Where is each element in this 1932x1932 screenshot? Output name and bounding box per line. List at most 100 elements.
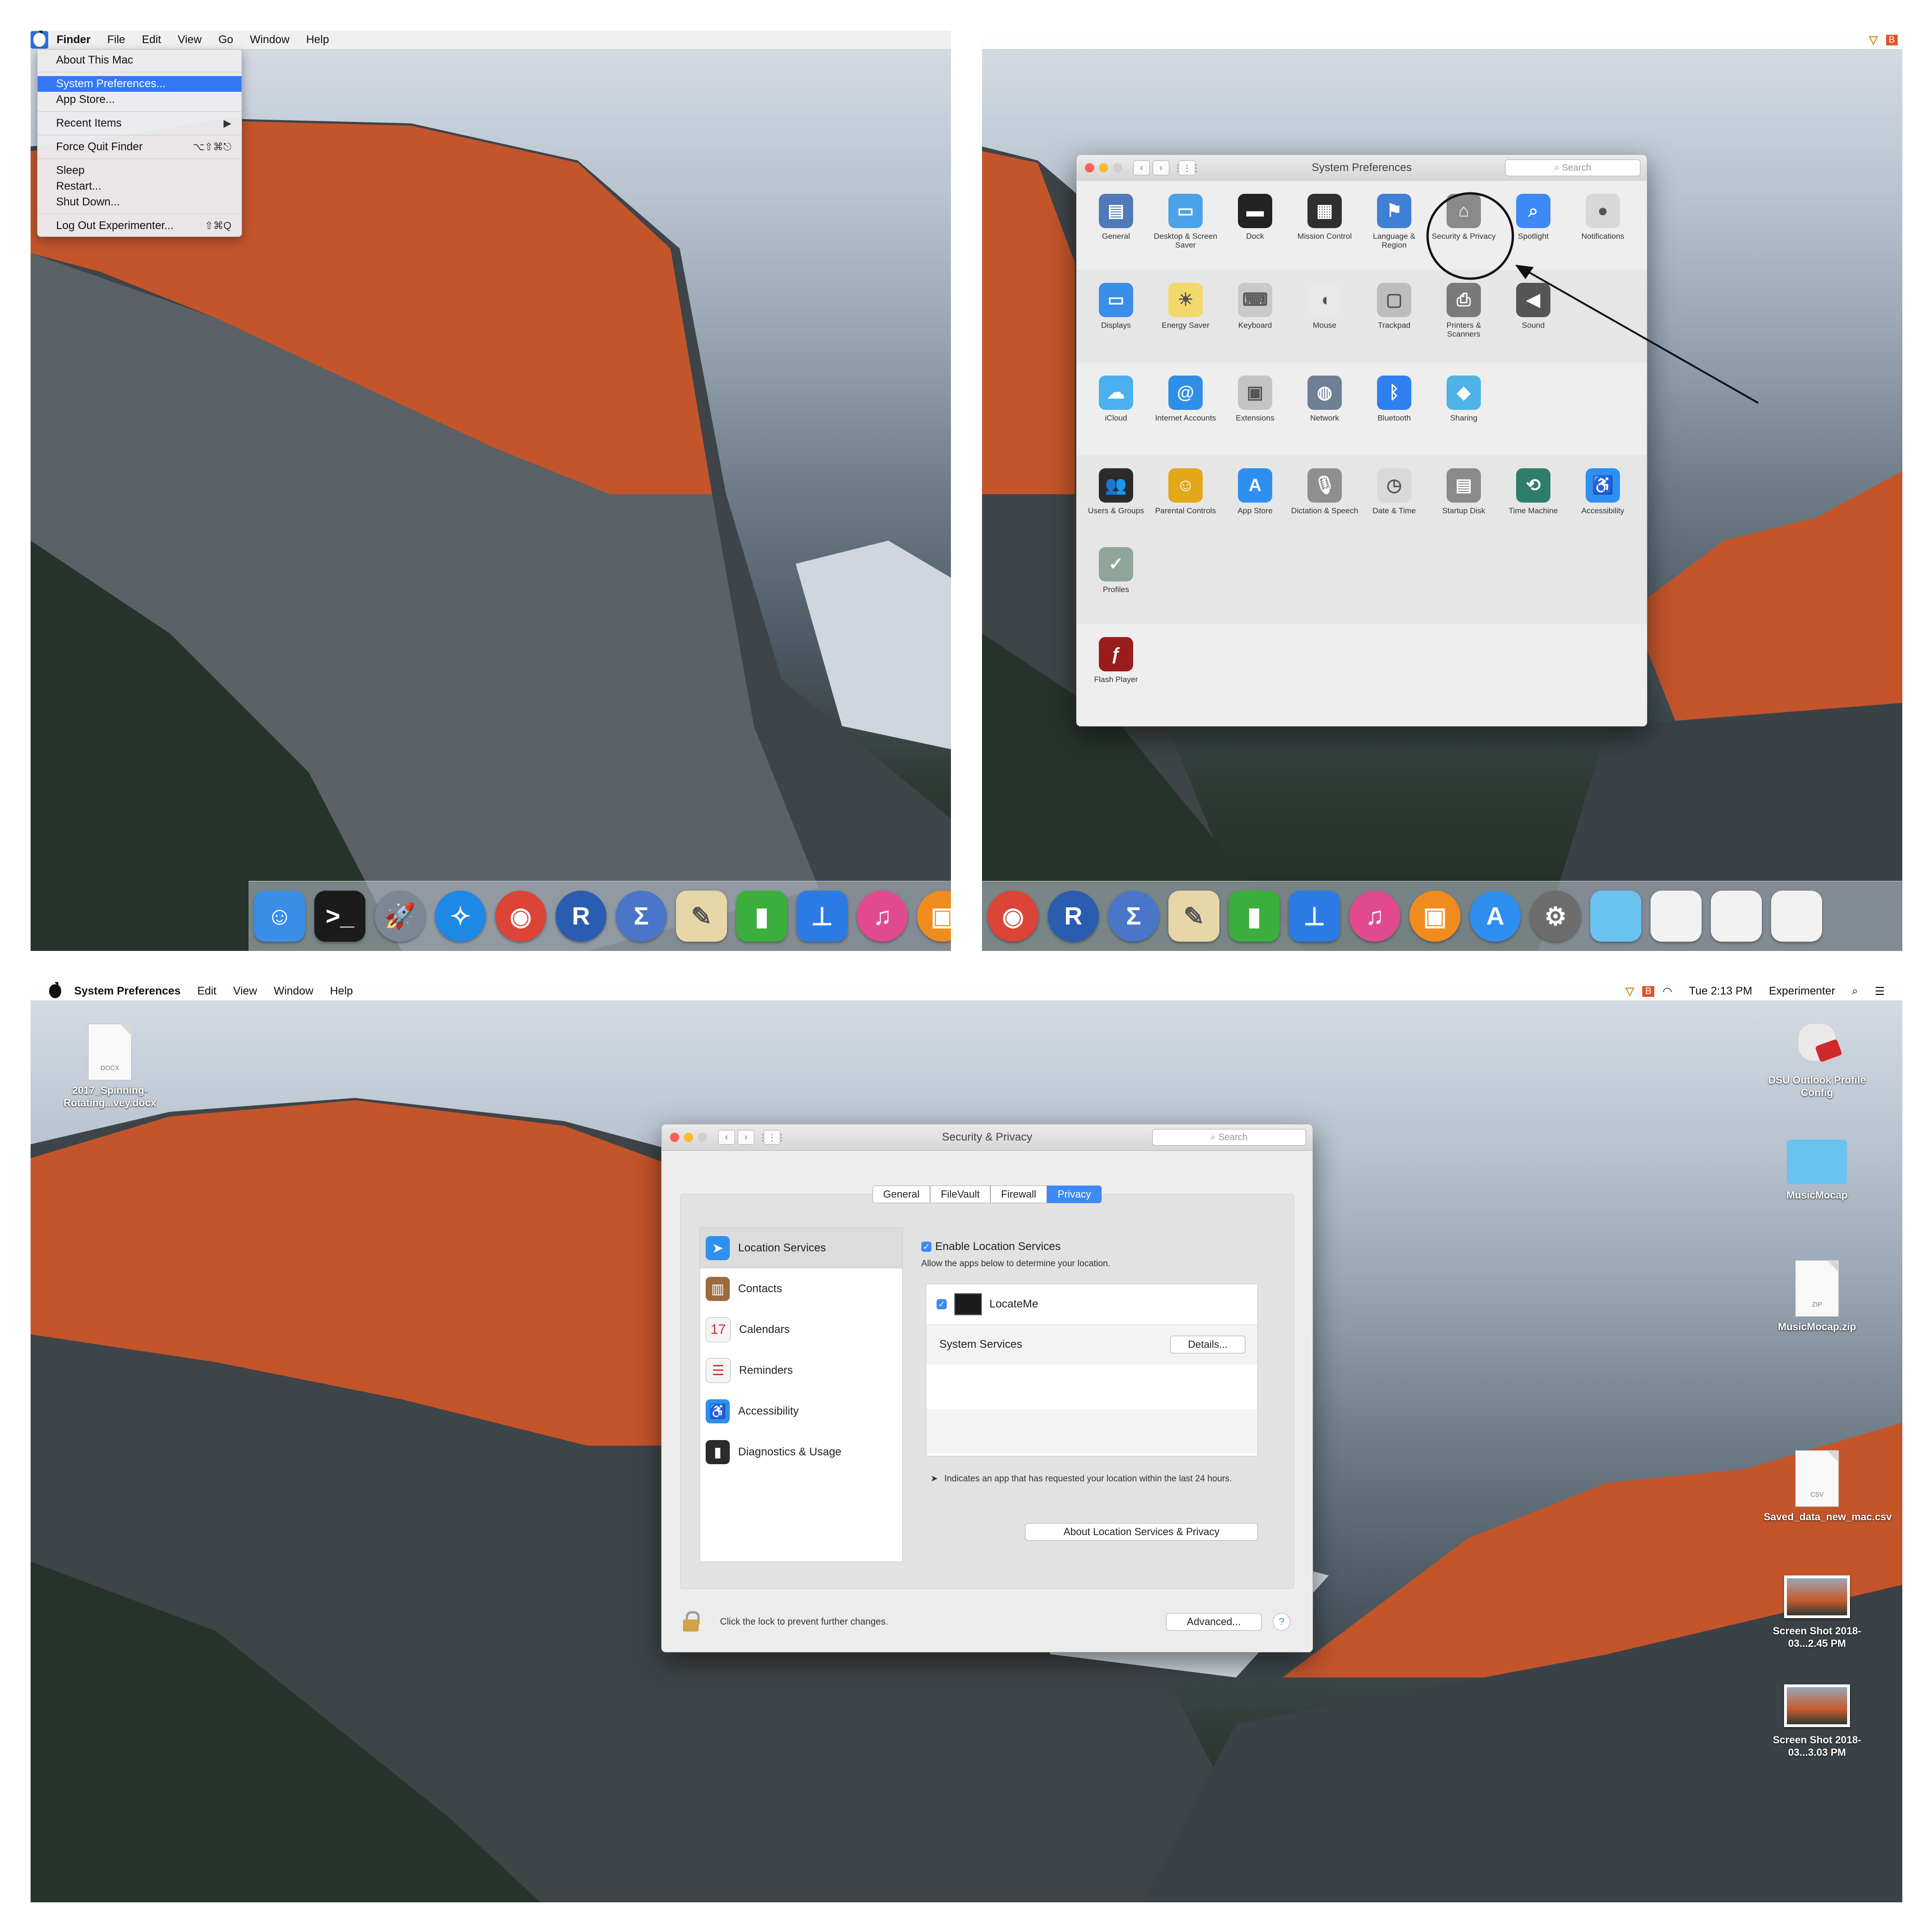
recent-location-footnote: ➤ Indicates an app that has requested yo… [931, 1473, 1255, 1485]
privacy-item-accessibility[interactable]: ♿ Accessibility [700, 1391, 902, 1432]
window-titlebar: ‹ › ⋮⋮⋮ Security & Privacy ⌕ Search [662, 1124, 1313, 1151]
dock-folder-icon[interactable] [1590, 891, 1641, 942]
footnote-text: Indicates an app that has requested your… [944, 1474, 1232, 1484]
apple-menu-icon[interactable] [49, 982, 61, 998]
zoom-button[interactable] [698, 1133, 707, 1142]
dock-chrome-icon[interactable]: ◉ [495, 891, 546, 942]
dock-ibooks-icon[interactable]: ▣ [1409, 891, 1460, 942]
enable-location-row[interactable]: ✓ Enable Location Services [921, 1240, 1061, 1253]
desktop-file-docx[interactable]: DOCX 2017_Spinning-Rotating...vey.docx [57, 1024, 163, 1109]
privacy-item-contacts[interactable]: ▥ Contacts [700, 1269, 902, 1309]
details-button[interactable]: Details... [1170, 1336, 1245, 1353]
about-location-privacy-button[interactable]: About Location Services & Privacy [1025, 1523, 1258, 1541]
dock-textedit-icon[interactable]: ✎ [676, 891, 727, 942]
menu-edit[interactable]: Edit [134, 33, 169, 46]
dock-keynote-icon[interactable]: ⊥ [797, 891, 848, 942]
apple-menu-item-recent-items[interactable]: Recent Items ▶ [38, 115, 242, 131]
dock-numbers-icon[interactable]: ▮ [1229, 891, 1280, 942]
close-button[interactable] [670, 1133, 679, 1142]
locateme-checkbox[interactable]: ✓ [937, 1299, 947, 1309]
apple-menu-button[interactable] [31, 31, 48, 49]
contacts-icon: ▥ [706, 1277, 730, 1301]
dock-document-2-icon[interactable] [1711, 891, 1762, 942]
back-button[interactable]: ‹ [718, 1130, 735, 1145]
apple-menu-item-log-out-experimenter[interactable]: Log Out Experimenter... ⇧⌘Q [38, 218, 242, 234]
user-menu[interactable]: Experimenter [1760, 985, 1843, 998]
dock-sigma-icon[interactable]: Σ [1108, 891, 1159, 942]
dock-itunes-icon[interactable]: ♫ [1349, 891, 1400, 942]
advanced-button[interactable]: Advanced... [1166, 1613, 1262, 1631]
tab-firewall[interactable]: Firewall [990, 1186, 1047, 1203]
file-name: 2017_Spinning-Rotating...vey.docx [63, 1084, 157, 1109]
menu-view[interactable]: View [169, 33, 210, 46]
dock-system-preferences-icon[interactable]: ⚙ [1530, 891, 1581, 942]
document-icon: DOCX [88, 1024, 132, 1080]
dock-ibooks-icon[interactable]: ▣ [917, 891, 951, 942]
dock-r-icon[interactable]: R [555, 891, 606, 942]
dock-chrome-icon[interactable]: ◉ [988, 891, 1039, 942]
system-services-row[interactable]: System Services Details... [926, 1325, 1257, 1365]
notification-center-icon[interactable]: ☰ [1866, 985, 1893, 998]
apple-menu-item-force-quit-finder[interactable]: Force Quit Finder ⌥⇧⌘⎋ [38, 139, 242, 155]
menu-window[interactable]: Window [242, 33, 298, 46]
help-button[interactable]: ? [1273, 1613, 1290, 1631]
apple-menu-item-about-this-mac[interactable]: About This Mac [38, 52, 242, 68]
menu-system-preferences[interactable]: System Preferences [66, 985, 189, 998]
clock-status[interactable]: Tue 2:13 PM [1681, 985, 1761, 998]
dock-finder-icon[interactable]: ☺ [254, 891, 305, 942]
privacy-item-location-services[interactable]: ➤ Location Services [700, 1228, 902, 1269]
desktop-file-outlook-config[interactable]: DSU Outlook Profile Config [1764, 1014, 1870, 1099]
privacy-item-label: Calendars [739, 1323, 790, 1336]
desktop-file-csv[interactable]: CSV Saved_data_new_mac.csv [1764, 1450, 1892, 1523]
wifi-icon[interactable]: ◠ [1654, 985, 1681, 998]
menu-help[interactable]: Help [322, 985, 361, 998]
minimize-button[interactable] [684, 1133, 693, 1142]
apple-menu-item-sleep[interactable]: Sleep [38, 163, 242, 179]
tab-filevault[interactable]: FileVault [930, 1186, 991, 1203]
tab-general[interactable]: General [872, 1186, 931, 1203]
privacy-item-calendars[interactable]: 17 Calendars [700, 1309, 902, 1350]
tab-privacy[interactable]: Privacy [1046, 1186, 1102, 1203]
dock-appstore-icon[interactable]: A [1470, 891, 1521, 942]
menu-go[interactable]: Go [210, 33, 242, 46]
dock-launchpad-icon[interactable]: 🚀 [375, 891, 426, 942]
app-row-locateme[interactable]: ✓ LocateMe [926, 1284, 1257, 1325]
menu-file[interactable]: File [99, 33, 134, 46]
spotlight-search-icon[interactable]: ⌕ [1843, 985, 1866, 998]
menu-item-shortcut: ▶ [223, 117, 231, 129]
apple-menu-item-restart[interactable]: Restart... [38, 179, 242, 194]
search-field[interactable]: ⌕ Search [1152, 1129, 1306, 1146]
menu-edit[interactable]: Edit [189, 985, 224, 998]
dock-numbers-icon[interactable]: ▮ [736, 891, 787, 942]
desktop-file-screenshot-2[interactable]: Screen Shot 2018-03...3.03 PM [1764, 1684, 1870, 1759]
desktop-file-screenshot-1[interactable]: Screen Shot 2018-03...2.45 PM [1764, 1575, 1870, 1650]
menu-finder[interactable]: Finder [48, 33, 99, 46]
menu-help[interactable]: Help [298, 33, 337, 46]
b-status-icon[interactable]: B [1642, 986, 1654, 997]
dock-textedit-icon[interactable]: ✎ [1168, 891, 1219, 942]
lock-icon[interactable] [683, 1611, 700, 1632]
location-apps-list: ✓ LocateMe System Services Details... [926, 1284, 1258, 1456]
apple-menu-item-app-store[interactable]: App Store... [38, 92, 242, 108]
show-all-button[interactable]: ⋮⋮⋮ [758, 1130, 786, 1145]
privacy-item-diagnostics-usage[interactable]: ▮ Diagnostics & Usage [700, 1432, 902, 1473]
menu-view[interactable]: View [225, 985, 266, 998]
dock-document-icon[interactable] [1651, 891, 1702, 942]
file-name: MusicMocap.zip [1778, 1321, 1856, 1333]
enable-location-checkbox[interactable]: ✓ [921, 1242, 931, 1252]
dock-terminal-icon[interactable]: >_ [314, 891, 365, 942]
dock-r-icon[interactable]: R [1048, 891, 1099, 942]
dock-document-3-icon[interactable] [1771, 891, 1822, 942]
apple-menu-item-system-preferences[interactable]: System Preferences... [38, 76, 242, 92]
desktop-file-zip[interactable]: ZIP MusicMocap.zip [1764, 1260, 1870, 1333]
dock-sigma-icon[interactable]: Σ [616, 891, 667, 942]
apple-menu-item-shut-down[interactable]: Shut Down... [38, 194, 242, 210]
desktop-folder-musicmocap[interactable]: MusicMocap [1764, 1140, 1870, 1201]
dock-safari-icon[interactable]: ✧ [435, 891, 486, 942]
dock-keynote-icon[interactable]: ⊥ [1289, 891, 1340, 942]
security-shield-icon[interactable]: ▽ [1617, 985, 1642, 998]
menu-window[interactable]: Window [265, 985, 321, 998]
privacy-item-reminders[interactable]: ☰ Reminders [700, 1350, 902, 1391]
forward-button[interactable]: › [738, 1130, 754, 1145]
dock-itunes-icon[interactable]: ♫ [857, 891, 908, 942]
